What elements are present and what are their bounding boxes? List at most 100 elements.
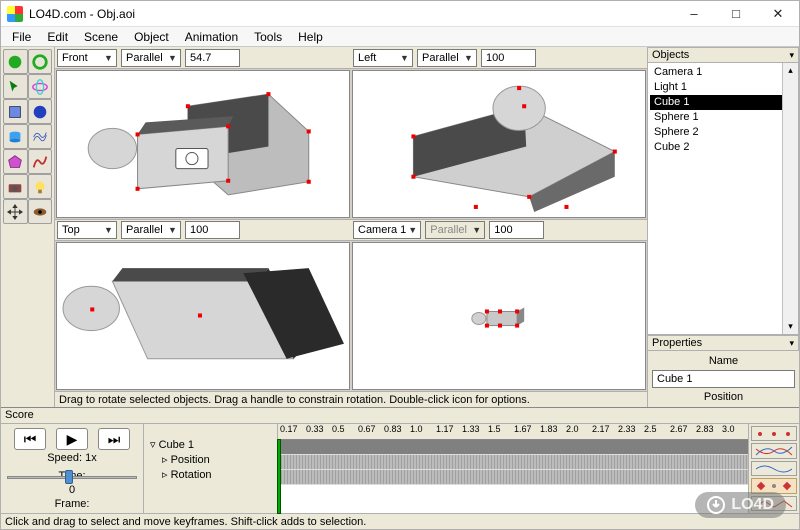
tool-rotate-green[interactable] — [28, 49, 53, 74]
viewport-front[interactable] — [56, 70, 350, 218]
tool-camera-icon[interactable] — [3, 174, 28, 199]
menu-scene[interactable]: Scene — [77, 28, 125, 46]
tool-move[interactable] — [3, 199, 28, 224]
play-button[interactable]: ▶ — [56, 428, 88, 450]
chevron-down-icon: ▼ — [400, 53, 410, 63]
scroll-up-icon[interactable]: ▴ — [788, 65, 793, 76]
track-rotation[interactable]: ▹ Rotation — [150, 468, 273, 483]
chevron-down-icon: ▼ — [168, 225, 178, 235]
track-row-position[interactable] — [278, 455, 748, 470]
vp-bl-zoom-field[interactable]: 100 — [185, 221, 240, 239]
vp-br-view-label: Camera 1 — [358, 224, 406, 236]
vp-bl-zoom-value: 100 — [190, 224, 208, 236]
chevron-down-icon: ▾ — [789, 338, 794, 349]
playhead[interactable] — [278, 440, 280, 513]
chevron-down-icon: ▼ — [464, 53, 474, 63]
mode-wave-icon[interactable] — [751, 461, 797, 476]
vp-tr-proj-select[interactable]: Parallel▼ — [417, 49, 477, 67]
vp-tl-zoom-value: 54.7 — [190, 52, 211, 64]
scroll-down-icon[interactable]: ▾ — [788, 321, 793, 332]
vp-tr-zoom-field[interactable]: 100 — [481, 49, 536, 67]
viewport-left[interactable] — [352, 70, 646, 218]
menu-animation[interactable]: Animation — [178, 28, 245, 46]
vp-br-view-select[interactable]: Camera 1▼ — [353, 221, 421, 239]
menubar: File Edit Scene Object Animation Tools H… — [1, 27, 799, 47]
properties-panel-header[interactable]: Properties ▾ — [648, 335, 799, 351]
frame-label: Frame: — [55, 498, 90, 510]
vp-tl-proj-select[interactable]: Parallel▼ — [121, 49, 181, 67]
property-position-label: Position — [652, 391, 795, 403]
tool-curve[interactable] — [28, 149, 53, 174]
vp-bl-view-label: Top — [62, 224, 80, 236]
timeline-ruler[interactable]: 0.170.330.50.670.831.01.171.331.51.671.8… — [278, 424, 748, 440]
tool-eye[interactable] — [28, 199, 53, 224]
center-panel: Front▼ Parallel▼ 54.7 Left▼ Parallel▼ 10… — [55, 47, 647, 407]
scrollbar[interactable]: ▴ ▾ — [782, 63, 798, 334]
track-position-label: Position — [171, 454, 210, 466]
menu-help[interactable]: Help — [291, 28, 330, 46]
minimize-button[interactable]: – — [673, 1, 715, 27]
viewport-hint: Drag to rotate selected objects. Drag a … — [55, 391, 647, 407]
chevron-down-icon: ▼ — [104, 53, 114, 63]
menu-tools[interactable]: Tools — [247, 28, 289, 46]
mode-curve-icon[interactable] — [751, 443, 797, 458]
right-panels: Objects ▾ Camera 1 Light 1 Cube 1 Sphere… — [647, 47, 799, 407]
objects-panel-title: Objects — [652, 49, 689, 61]
vp-bl-proj-select[interactable]: Parallel▼ — [121, 221, 181, 239]
vp-tl-view-select[interactable]: Front ▼ — [57, 49, 117, 67]
score-hint: Click and drag to select and move keyfra… — [1, 513, 799, 529]
tool-select-arrow[interactable] — [3, 74, 28, 99]
timeline[interactable]: 0.170.330.50.670.831.01.171.331.51.671.8… — [278, 424, 748, 513]
track-row-root[interactable] — [278, 440, 748, 455]
menu-object[interactable]: Object — [127, 28, 176, 46]
close-button[interactable]: ✕ — [757, 1, 799, 27]
property-name-field[interactable]: Cube 1 — [652, 370, 795, 388]
chevron-down-icon: ▼ — [104, 225, 114, 235]
vp-bl-view-select[interactable]: Top ▼ — [57, 221, 117, 239]
vp-tl-proj-label: Parallel — [126, 52, 163, 64]
object-item-sphere2[interactable]: Sphere 2 — [650, 125, 796, 140]
properties-panel-title: Properties — [652, 337, 702, 349]
tool-cylinder[interactable] — [3, 124, 28, 149]
track-root[interactable]: ▿ Cube 1 — [150, 438, 273, 453]
tool-translate-green[interactable] — [3, 49, 28, 74]
track-row-rotation[interactable] — [278, 470, 748, 485]
object-item-cube1[interactable]: Cube 1 — [650, 95, 796, 110]
vp-br-proj-select: Parallel▼ — [425, 221, 485, 239]
tool-mesh[interactable] — [28, 124, 53, 149]
tool-polygon[interactable] — [3, 149, 28, 174]
objects-list[interactable]: Camera 1 Light 1 Cube 1 Sphere 1 Sphere … — [648, 63, 799, 335]
viewport-camera[interactable] — [352, 242, 646, 390]
rewind-button[interactable]: ⏮ — [14, 428, 46, 450]
menu-edit[interactable]: Edit — [40, 28, 75, 46]
object-item-light[interactable]: Light 1 — [650, 80, 796, 95]
tool-cube[interactable] — [3, 99, 28, 124]
viewport-top[interactable] — [56, 242, 350, 390]
score-panel: Score ⏮ ▶ ⏭ Speed: 1x Time: 0 Frame: 0 ▿… — [1, 407, 799, 529]
objects-panel-header[interactable]: Objects ▾ — [648, 47, 799, 63]
object-item-sphere1[interactable]: Sphere 1 — [650, 110, 796, 125]
object-item-cube2[interactable]: Cube 2 — [650, 140, 796, 155]
object-item-camera[interactable]: Camera 1 — [650, 65, 796, 80]
maximize-button[interactable]: □ — [715, 1, 757, 27]
window-title: LO4D.com - Obj.aoi — [29, 7, 673, 21]
vp-tr-zoom-value: 100 — [486, 52, 504, 64]
score-header[interactable]: Score — [1, 408, 799, 424]
forward-button[interactable]: ⏭ — [98, 428, 130, 450]
vp-tl-view-label: Front — [62, 52, 88, 64]
track-rotation-label: Rotation — [171, 469, 212, 481]
menu-file[interactable]: File — [5, 28, 38, 46]
tool-orbit-rings[interactable] — [28, 74, 53, 99]
mode-keyframe-icon[interactable] — [751, 426, 797, 441]
tool-sphere[interactable] — [28, 99, 53, 124]
track-position[interactable]: ▹ Position — [150, 453, 273, 468]
vp-tl-zoom-field[interactable]: 54.7 — [185, 49, 240, 67]
time-value: 0 — [69, 484, 75, 496]
viewport-controls-top: Front▼ Parallel▼ 54.7 Left▼ Parallel▼ 10… — [55, 47, 647, 69]
viewports: Top▼ Parallel▼ 100 Camera 1▼ Parallel▼ 1… — [55, 69, 647, 391]
vp-tr-view-select[interactable]: Left▼ — [353, 49, 413, 67]
vp-br-zoom-value: 100 — [494, 224, 512, 236]
tool-light-bulb[interactable] — [28, 174, 53, 199]
track-rows[interactable] — [278, 440, 748, 513]
vp-br-zoom-field[interactable]: 100 — [489, 221, 544, 239]
